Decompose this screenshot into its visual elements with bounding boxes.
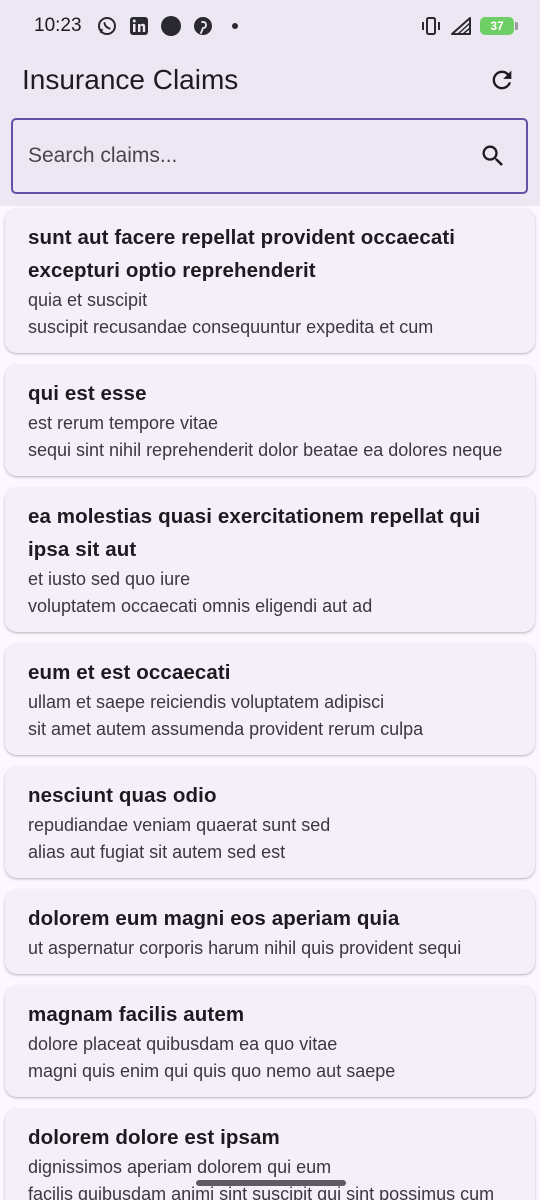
search-box[interactable] xyxy=(11,118,528,194)
claim-subtitle: quia et suscipit xyxy=(28,290,148,310)
app-bar: Insurance Claims xyxy=(0,52,540,108)
claim-card[interactable]: qui est esse est rerum tempore vitae seq… xyxy=(5,365,535,476)
claim-card[interactable]: dolorem dolore est ipsam dignissimos ape… xyxy=(5,1109,535,1200)
claim-body: magni quis enim qui quis quo nemo aut sa… xyxy=(28,1061,396,1081)
page-title: Insurance Claims xyxy=(22,64,239,95)
claim-body: voluptatem occaecati omnis eligendi aut … xyxy=(28,596,373,616)
search-input[interactable] xyxy=(28,144,448,168)
battery-icon: 37 xyxy=(480,17,518,35)
claim-card[interactable]: sunt aut facere repellat provident occae… xyxy=(5,209,535,353)
wifi-icon xyxy=(450,15,472,37)
claim-subtitle: repudiandae veniam quaerat sunt sed xyxy=(28,815,331,835)
claim-card[interactable]: magnam facilis autem dolore placeat quib… xyxy=(5,986,535,1097)
circle-icon xyxy=(160,15,182,37)
claim-title: nesciunt quas odio xyxy=(28,784,217,807)
header-area: 10:23 37 Insurance Claims Search claims.… xyxy=(0,0,540,206)
claim-body: sequi sint nihil reprehenderit dolor bea… xyxy=(28,440,503,460)
claim-subtitle: est rerum tempore vitae xyxy=(28,413,219,433)
refresh-button[interactable] xyxy=(484,62,520,98)
claim-card[interactable]: dolorem eum magni eos aperiam quia ut as… xyxy=(5,890,535,974)
vibrate-icon xyxy=(420,15,442,37)
whatsapp-icon xyxy=(96,15,118,37)
claim-title: ea molestias quasi exercitationem repell… xyxy=(28,505,481,561)
dot-icon xyxy=(224,15,246,37)
claim-subtitle: ullam et saepe reiciendis voluptatem adi… xyxy=(28,692,385,712)
claim-subtitle: dignissimos aperiam dolorem qui eum xyxy=(28,1157,332,1177)
search-icon[interactable] xyxy=(478,141,508,171)
claim-body: sit amet autem assumenda provident rerum… xyxy=(28,719,424,739)
status-bar: 10:23 37 xyxy=(0,0,540,52)
claim-title: dolorem dolore est ipsam xyxy=(28,1126,280,1149)
claim-subtitle: et iusto sed quo iure xyxy=(28,569,191,589)
claim-title: magnam facilis autem xyxy=(28,1003,245,1026)
status-time: 10:23 xyxy=(34,15,82,36)
status-right: 37 xyxy=(420,15,518,37)
refresh-icon xyxy=(492,70,512,90)
claim-title: qui est esse xyxy=(28,382,147,405)
claim-title: dolorem eum magni eos aperiam quia xyxy=(28,907,400,930)
home-indicator[interactable] xyxy=(196,1180,346,1186)
claims-list: sunt aut facere repellat provident occae… xyxy=(5,209,535,1200)
battery-level: 37 xyxy=(490,19,504,33)
claim-card[interactable]: nesciunt quas odio repudiandae veniam qu… xyxy=(5,767,535,878)
claim-subtitle: dolore placeat quibusdam ea quo vitae xyxy=(28,1034,338,1054)
pinterest-icon xyxy=(192,15,214,37)
claim-body: suscipit recusandae consequuntur expedit… xyxy=(28,317,434,337)
claim-body: alias aut fugiat sit autem sed est xyxy=(28,842,286,862)
claim-card[interactable]: ea molestias quasi exercitationem repell… xyxy=(5,488,535,632)
claim-title: eum et est occaecati xyxy=(28,661,231,684)
claim-card[interactable]: eum et est occaecati ullam et saepe reic… xyxy=(5,644,535,755)
claim-subtitle: ut aspernatur corporis harum nihil quis … xyxy=(28,938,462,958)
status-left: 10:23 xyxy=(34,15,246,37)
linkedin-icon xyxy=(128,15,150,37)
claim-title: sunt aut facere repellat provident occae… xyxy=(28,226,456,282)
